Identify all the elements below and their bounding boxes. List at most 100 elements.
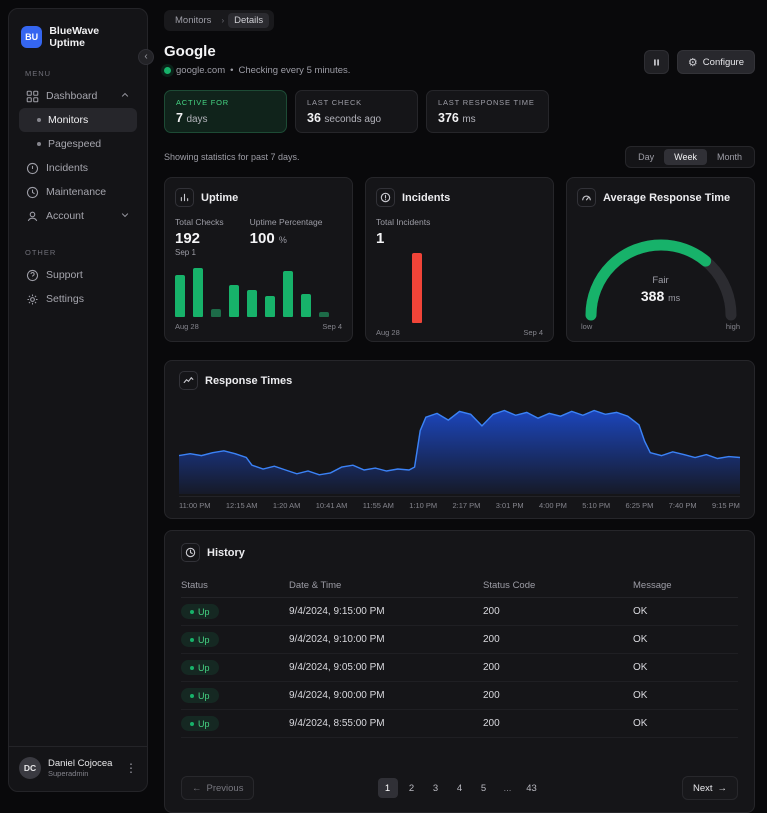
x-axis-label: 4:00 PM [538,501,567,510]
stat-value: 7 [176,111,183,125]
sidebar-item-label: Account [46,210,84,222]
x-axis-start: Aug 28 [175,322,199,331]
sidebar-item-label: Support [46,269,83,281]
sidebar-item-pagespeed[interactable]: Pagespeed [19,132,137,156]
sidebar-item-maintenance[interactable]: Maintenance [19,180,137,204]
datetime-cell: 9/4/2024, 9:00:00 PM [289,690,385,701]
range-week-button[interactable]: Week [664,149,707,165]
sidebar-item-label: Dashboard [46,90,98,102]
uptime-bar [247,290,257,317]
breadcrumb-monitors[interactable]: Monitors [169,13,217,28]
uptime-card: Uptime Total Checks 192 Uptime Percentag… [164,177,353,342]
stat-suffix: days [186,114,208,125]
message-cell: OK [633,690,648,701]
pause-monitor-button[interactable] [643,50,669,74]
page-button[interactable]: 5 [474,778,494,798]
table-body: Up 9/4/2024, 9:15:00 PM 200 OK Up 9/4/2024, 9… [181,598,738,738]
card-title: Uptime [201,191,239,204]
page-button[interactable]: 1 [377,778,398,798]
table-header-row: Status Date & Time Status Code Message [181,574,738,598]
page-button[interactable]: 4 [450,778,470,798]
status-cell: Up [181,604,289,619]
card-title: History [207,546,245,559]
chevron-down-icon [120,210,130,223]
range-day-button[interactable]: Day [628,149,664,165]
x-axis-end: Sep 4 [523,328,543,337]
page-header: Google google.com • Checking every 5 min… [164,43,755,76]
message-cell: OK [633,662,648,673]
bullet-icon [37,118,41,122]
message-cell: OK [633,634,648,645]
x-axis-label: 5:10 PM [582,501,611,510]
stat-suffix: seconds ago [324,114,382,125]
clock-icon [26,186,39,198]
main-content: Monitors › Details Google google.com • C… [164,0,755,813]
status-code-cell: 200 [483,634,500,645]
page-button[interactable]: 43 [522,778,542,798]
range-month-button[interactable]: Month [707,149,752,165]
configure-button[interactable]: ⚙ Configure [676,50,755,74]
status-badge: Up [181,716,219,731]
table-row[interactable]: Up 9/4/2024, 9:10:00 PM 200 OK [181,626,738,654]
pause-icon [654,58,659,66]
next-page-button[interactable]: Next → [681,776,738,800]
page-title: Google [164,43,216,60]
table-row[interactable]: Up 9/4/2024, 8:55:00 PM 200 OK [181,710,738,738]
previous-page-button[interactable]: ← Previous [181,776,255,800]
status-code-cell: 200 [483,690,500,701]
checking-interval: Checking every 5 minutes. [238,65,351,76]
status-dot-icon [164,67,171,74]
stats-row: ACTIVE FOR 7 days LAST CHECK 36 seconds … [164,90,755,133]
sidebar: BU BlueWave Uptime ‹ MENU Dashboard Moni… [8,8,154,792]
status-dot-icon [190,721,194,726]
stat-label: LAST RESPONSE TIME [438,98,535,107]
sidebar-item-label: Incidents [46,162,89,174]
page-button[interactable]: 2 [402,778,422,798]
user-name: Daniel Cojocea [48,757,113,769]
status-code-cell: 200 [483,662,500,673]
previous-label: Previous [206,782,244,794]
sidebar-item-settings[interactable]: Settings [19,287,137,311]
x-axis-end: Sep 4 [322,322,342,331]
response-area-path [179,410,740,494]
stat-last-response-time: LAST RESPONSE TIME 376 ms [426,90,549,133]
datetime-cell: 9/4/2024, 9:15:00 PM [289,606,385,617]
user-menu-button[interactable]: ⋮ [125,761,137,775]
response-times-card: Response Times 11:00 PM 12:15 AM 1:20 AM 10… [164,360,755,519]
gear-icon: ⚙ [687,56,698,69]
x-axis-label: 10:41 AM [315,501,348,510]
status-dot-icon [190,665,194,670]
table-row[interactable]: Up 9/4/2024, 9:05:00 PM 200 OK [181,654,738,682]
x-axis-label: 9:15 PM [711,501,740,510]
arrow-left-icon: ← [192,782,202,794]
response-times-chart [179,409,740,494]
configure-label: Configure [702,56,744,68]
chevron-up-icon [120,90,130,103]
app-logo: BU [21,26,43,48]
status-badge: Up [181,660,219,675]
avg-response-time-card: Average Response Time Fair 388 ms low hi… [566,177,755,342]
status-dot-icon [190,609,194,614]
table-row[interactable]: Up 9/4/2024, 9:15:00 PM 200 OK [181,598,738,626]
sidebar-item-label: Pagespeed [48,138,102,150]
monitor-url: google.com [176,65,226,76]
help-circle-icon [26,269,39,281]
sidebar-item-support[interactable]: Support [19,263,137,287]
status-cell: Up [181,688,289,703]
pagination-ellipsis: ... [498,778,518,798]
sidebar-item-monitors[interactable]: Monitors [19,108,137,132]
incident-bar [412,253,422,323]
sidebar-collapse-button[interactable]: ‹ [138,49,154,65]
stat-suffix: ms [462,114,476,125]
uptime-bar [175,275,185,317]
page-button[interactable]: 3 [426,778,446,798]
sidebar-item-dashboard[interactable]: Dashboard [19,84,137,108]
status-dot-icon [190,637,194,642]
stat-label: LAST CHECK [307,98,362,107]
user-role: Superadmin [48,769,89,779]
sidebar-item-incidents[interactable]: Incidents [19,156,137,180]
status-code-cell: 200 [483,606,500,617]
incidents-card: Incidents Total Incidents 1 Aug 28 Sep 4 [365,177,554,342]
table-row[interactable]: Up 9/4/2024, 9:00:00 PM 200 OK [181,682,738,710]
sidebar-item-account[interactable]: Account [19,204,137,228]
